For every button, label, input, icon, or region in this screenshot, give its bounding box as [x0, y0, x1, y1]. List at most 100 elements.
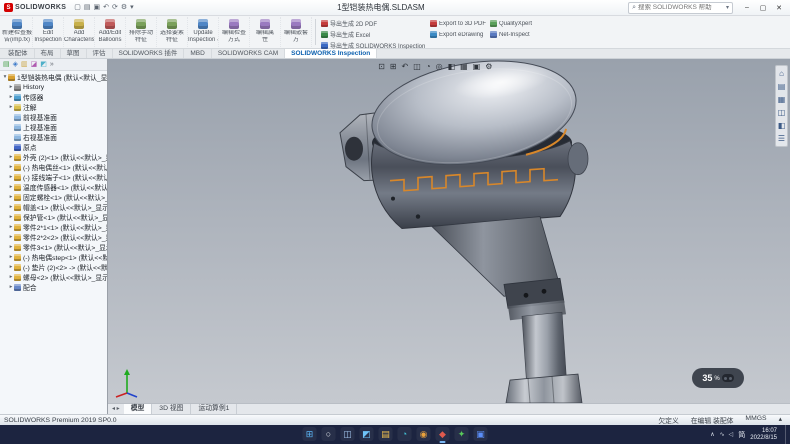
chevron-down-icon[interactable]: ▾: [726, 4, 729, 11]
view-tab-3d-views[interactable]: 3D 视图: [152, 404, 191, 414]
displaymanager-tab-icon[interactable]: ◩: [40, 59, 47, 71]
configurationmanager-tab-icon[interactable]: ▥: [21, 59, 28, 71]
section-view-icon[interactable]: ◫: [413, 62, 421, 71]
tray-chevron-icon[interactable]: ∧: [710, 431, 714, 438]
tree-item[interactable]: 右视基准面: [0, 132, 107, 142]
tree-item[interactable]: ▸ 固定螺栓<1> (默认<<默认>_显示: [0, 192, 107, 202]
tree-item[interactable]: 前视基准面: [0, 112, 107, 122]
start-button[interactable]: ⊞: [303, 427, 317, 441]
ime-indicator[interactable]: 简: [738, 430, 745, 440]
tree-item[interactable]: ▸ History: [0, 82, 107, 92]
tab-inspection[interactable]: SOLIDWORKS Inspection: [285, 49, 377, 58]
status-expand-icon[interactable]: ▴: [779, 415, 782, 425]
tab-sketch[interactable]: 草图: [61, 49, 87, 58]
export-edrawing-button[interactable]: Export eDrawing: [430, 30, 486, 39]
propertymanager-tab-icon[interactable]: ◈: [13, 59, 18, 71]
add-edit-balloons-button[interactable]: Add/Edit Balloons: [95, 17, 126, 47]
tree-item[interactable]: ▸ (-) 接线端子<1> (默认<<默认>_显: [0, 172, 107, 182]
tab-evaluate[interactable]: 评估: [87, 49, 113, 58]
view-tab-motion-study[interactable]: 运动算例1: [191, 404, 237, 414]
export-3d-pdf-button[interactable]: Export to 3D PDF: [430, 19, 486, 28]
add-characteristic-button[interactable]: Add Characteristic: [64, 17, 95, 47]
tree-item[interactable]: 上视基准面: [0, 122, 107, 132]
display-style-icon[interactable]: ◎: [436, 62, 443, 71]
tree-item[interactable]: ▸ 零件2*2<2> (默认<<默认>_显示状: [0, 232, 107, 242]
qualityxpert-button[interactable]: QualityXpert: [490, 19, 532, 28]
browser-button[interactable]: ◉: [417, 427, 431, 441]
volume-icon[interactable]: ◁: [729, 431, 734, 438]
annotation-views-icon[interactable]: ◔: [426, 62, 431, 71]
close-button[interactable]: ✕: [774, 4, 784, 12]
status-units[interactable]: MMGS: [745, 415, 766, 425]
status-editing-assembly[interactable]: 在编辑 装配体: [691, 415, 734, 425]
tree-item[interactable]: ▸ 帽盖<1> (默认<<默认>_显示状态: [0, 202, 107, 212]
design-library-tab-icon[interactable]: ▤: [778, 82, 786, 91]
tree-item[interactable]: ▸ 注解: [0, 102, 107, 112]
file-explorer-tab-icon[interactable]: ▦: [778, 95, 786, 104]
network-icon[interactable]: ∿: [720, 431, 725, 438]
tree-item[interactable]: ▸ (-) 热电偶step<1> (默认<<默认>: [0, 252, 107, 262]
file-explorer-button[interactable]: ▤: [379, 427, 393, 441]
dimxpertmanager-tab-icon[interactable]: ◪: [31, 59, 38, 71]
zoom-fit-icon[interactable]: ⊡: [378, 62, 385, 71]
resources-tab-icon[interactable]: ⌂: [779, 69, 784, 78]
select-sampled-features-button[interactable]: 选择要素 特征: [157, 17, 188, 47]
solidworks-taskbar-button[interactable]: ◆: [436, 427, 450, 441]
wechat-button[interactable]: ✦: [455, 427, 469, 441]
tab-cam[interactable]: SOLIDWORKS CAM: [212, 49, 285, 58]
task-view-button[interactable]: ◫: [341, 427, 355, 441]
expand-pane-icon[interactable]: »: [50, 59, 54, 71]
hide-show-items-icon[interactable]: ◧: [448, 62, 456, 71]
view-palette-tab-icon[interactable]: ◫: [778, 108, 786, 117]
tab-mbd[interactable]: MBD: [184, 49, 211, 58]
edit-nesting-button[interactable]: 编辑嵌套 方: [281, 17, 312, 47]
tab-addins[interactable]: SOLIDWORKS 插件: [113, 49, 185, 58]
view-tab-nav-arrows[interactable]: ◂ ▸: [108, 404, 124, 414]
search-button[interactable]: ○: [322, 427, 336, 441]
update-inspection-project-button[interactable]: Update Inspection 项目: [188, 17, 219, 47]
tree-item[interactable]: 原点: [0, 142, 107, 152]
tree-item[interactable]: ▸ 螺母<2> (默认<<默认>_显示状态: [0, 272, 107, 282]
featuremanager-tab-icon[interactable]: ▤: [3, 59, 10, 71]
edit-properties-button[interactable]: 编辑属 性: [250, 17, 281, 47]
tab-assembly[interactable]: 装配体: [2, 49, 35, 58]
rebuild-icon[interactable]: ⟳: [112, 3, 118, 13]
edit-inspection-method-button[interactable]: 编辑检查 方式: [219, 17, 250, 47]
save-icon[interactable]: ▣: [93, 3, 100, 13]
tree-item[interactable]: ▾ 1型铠装热电偶 (默认<默认_显示状态-1: [0, 72, 107, 82]
tree-item[interactable]: ▸ 配合: [0, 282, 107, 292]
undo-icon[interactable]: ↶: [103, 3, 109, 13]
photos-button[interactable]: ▣: [474, 427, 488, 441]
tree-item[interactable]: ▸ (-) 垫片 (2)<2> -> (默认<<默认>_显: [0, 262, 107, 272]
export-2d-pdf-button[interactable]: 导出生成 2D PDF: [321, 19, 426, 28]
model-3d-thermocouple[interactable]: [108, 59, 790, 403]
appearances-tab-icon[interactable]: ◧: [778, 121, 786, 130]
maximize-button[interactable]: ▢: [758, 4, 768, 12]
export-excel-button[interactable]: 导出生成 Excel: [321, 30, 426, 39]
exclude-manual-features-button[interactable]: 排除手动 特征: [126, 17, 157, 47]
edit-appearance-icon[interactable]: ▦: [460, 62, 468, 71]
previous-view-icon[interactable]: ↶: [402, 62, 409, 71]
options-icon[interactable]: ⚙: [121, 3, 127, 13]
custom-properties-tab-icon[interactable]: ☰: [778, 134, 785, 143]
view-settings-icon[interactable]: ⚙: [485, 62, 492, 71]
new-file-icon[interactable]: ▢: [74, 3, 81, 13]
widgets-button[interactable]: ◩: [360, 427, 374, 441]
tree-item[interactable]: ▸ 温度传感器<1> (默认<<默认>_显: [0, 182, 107, 192]
graphics-area[interactable]: ⊡⊞↶◫◔◎◧▦▣⚙ ⌂▤▦◫◧☰ 35 % ◂ ▸: [108, 59, 790, 414]
quick-access-dropdown-icon[interactable]: ▾: [130, 3, 134, 13]
view-tab-model[interactable]: 模型: [124, 404, 153, 414]
status-under-defined[interactable]: 欠定义: [658, 415, 678, 425]
tree-item[interactable]: ▸ (-) 热电偶丝<1> (默认<<默认>_显: [0, 162, 107, 172]
tree-item[interactable]: ▸ 外壳 (2)<1> (默认<<默认>_显示状: [0, 152, 107, 162]
viewport[interactable]: [108, 59, 790, 403]
help-search-input[interactable]: [638, 4, 724, 11]
tree-item[interactable]: ▸ 零件2*1<1> (默认<<默认>_显示状: [0, 222, 107, 232]
tree-item[interactable]: ▸ 零件3<1> (默认<<默认>_显示状态: [0, 242, 107, 252]
net-inspect-button[interactable]: Net-Inspect: [490, 30, 532, 39]
open-file-icon[interactable]: ▤: [84, 3, 91, 13]
tree-item[interactable]: ▸ 传感器: [0, 92, 107, 102]
show-desktop-button[interactable]: [785, 425, 787, 444]
overlay-pill[interactable]: 35 %: [692, 368, 744, 388]
zoom-area-icon[interactable]: ⊞: [390, 62, 397, 71]
